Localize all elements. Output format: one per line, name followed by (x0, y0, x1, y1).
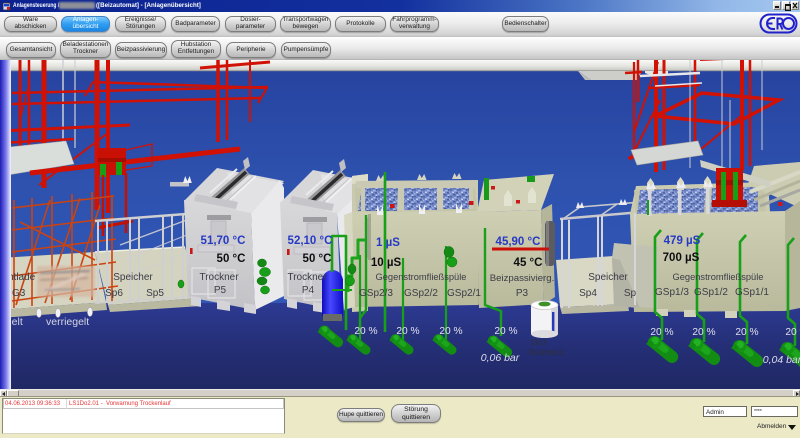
svg-text:P4: P4 (302, 285, 315, 296)
svg-text:51,70 °C: 51,70 °C (201, 235, 246, 247)
svg-text:Sp5: Sp5 (146, 288, 164, 299)
svg-text:GSp2/1: GSp2/1 (447, 288, 481, 299)
svg-text:Gegenstromfließspüle: Gegenstromfließspüle (376, 272, 467, 282)
svg-text:20 %: 20 % (785, 327, 800, 338)
svg-text:P3: P3 (516, 288, 529, 299)
svg-text:10 µS: 10 µS (371, 257, 402, 269)
svg-text:Sp6: Sp6 (105, 288, 123, 299)
svg-text:479 µS: 479 µS (664, 235, 701, 247)
svg-text:verriegelt: verriegelt (46, 316, 89, 328)
svg-text:Gegenstromfließspüle: Gegenstromfließspüle (673, 272, 764, 282)
svg-text:G3: G3 (12, 288, 26, 299)
svg-text:700 µS: 700 µS (663, 252, 700, 264)
svg-text:GSp1/3: GSp1/3 (655, 287, 689, 298)
svg-text:0,06 bar: 0,06 bar (481, 352, 520, 364)
svg-text:52,10 °C: 52,10 °C (288, 235, 333, 247)
svg-text:20 %: 20 % (354, 326, 377, 337)
svg-text:P5: P5 (214, 285, 227, 296)
svg-text:Do3: Do3 (531, 337, 547, 347)
svg-text:Trockner: Trockner (287, 272, 327, 283)
svg-text:20 %: 20 % (692, 327, 715, 338)
svg-text:0,04 bar: 0,04 bar (763, 354, 800, 366)
svg-text:Sp: Sp (624, 288, 637, 299)
svg-text:20 %: 20 % (494, 326, 517, 337)
svg-text:Beizpassivierg.: Beizpassivierg. (490, 273, 555, 284)
svg-text:20 %: 20 % (735, 327, 758, 338)
svg-text:Speicher: Speicher (588, 272, 628, 283)
svg-text:20 %: 20 % (439, 326, 462, 337)
svg-text:Beizkonz.: Beizkonz. (529, 347, 566, 357)
svg-text:50 °C: 50 °C (217, 253, 246, 265)
svg-text:Speicher: Speicher (113, 272, 153, 283)
svg-text:20 %: 20 % (396, 326, 419, 337)
svg-text:GSp1/1: GSp1/1 (735, 287, 769, 298)
svg-text:GSp2/3: GSp2/3 (359, 288, 393, 299)
svg-text:20 %: 20 % (650, 327, 673, 338)
svg-text:Sp4: Sp4 (579, 288, 597, 299)
svg-text:GSp1/2: GSp1/2 (694, 287, 728, 298)
svg-text:GSp2/2: GSp2/2 (404, 288, 438, 299)
svg-text:45 °C: 45 °C (514, 257, 543, 269)
svg-text:50 °C: 50 °C (303, 253, 332, 265)
svg-text:45,90 °C: 45,90 °C (496, 236, 541, 248)
svg-text:1 µS: 1 µS (376, 237, 400, 249)
svg-text:Trockner: Trockner (199, 272, 239, 283)
svg-text:ntlade: ntlade (8, 272, 36, 283)
